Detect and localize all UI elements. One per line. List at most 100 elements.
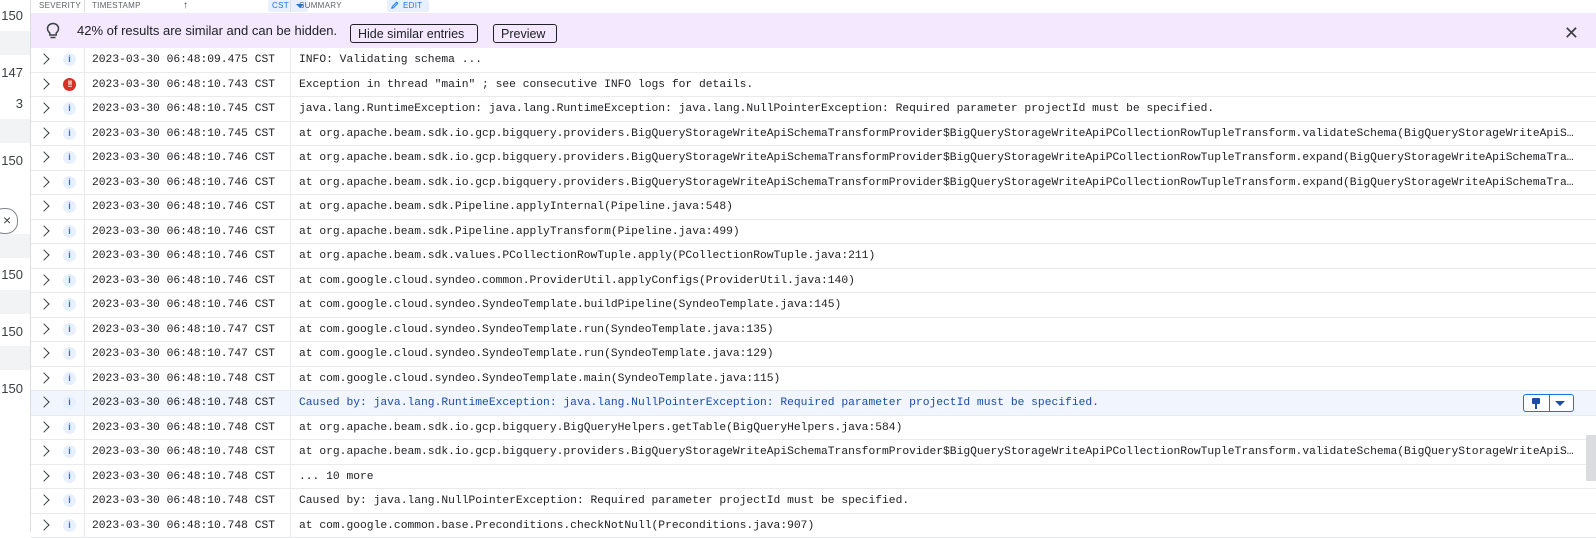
chevron-right-icon[interactable] bbox=[38, 127, 49, 138]
severity-header[interactable]: SEVERITY bbox=[39, 0, 81, 12]
log-row[interactable]: i2023-03-30 06:48:10.747 CST at com.goog… bbox=[31, 342, 1596, 367]
log-row[interactable]: i2023-03-30 06:48:10.748 CST at org.apac… bbox=[31, 440, 1596, 465]
chevron-right-icon[interactable] bbox=[38, 396, 49, 407]
severity-glyph: i bbox=[63, 151, 76, 164]
log-summary: at org.apache.beam.sdk.io.gcp.bigquery.p… bbox=[299, 440, 1576, 464]
log-row[interactable]: i2023-03-30 06:48:10.747 CST at com.goog… bbox=[31, 318, 1596, 343]
chevron-right-icon[interactable] bbox=[38, 53, 49, 64]
column-divider bbox=[290, 0, 291, 12]
info-severity-icon: i bbox=[63, 445, 76, 458]
log-summary: at com.google.common.base.Preconditions.… bbox=[299, 514, 1576, 538]
timezone-label: CST bbox=[272, 1, 289, 10]
log-row[interactable]: i2023-03-30 06:48:10.746 CST at com.goog… bbox=[31, 269, 1596, 294]
log-row[interactable]: i2023-03-30 06:48:10.746 CST at org.apac… bbox=[31, 195, 1596, 220]
column-divider bbox=[84, 244, 85, 268]
log-row[interactable]: i2023-03-30 06:48:10.748 CSTCaused by: j… bbox=[31, 391, 1596, 416]
log-timestamp: 2023-03-30 06:48:09.475 CST bbox=[92, 48, 275, 72]
edit-label: EDIT bbox=[403, 1, 422, 10]
column-header: SEVERITY TIMESTAMP ↑ CST SUMMARY EDIT bbox=[31, 0, 1596, 12]
log-summary: at org.apache.beam.sdk.Pipeline.applyInt… bbox=[299, 195, 1576, 219]
log-timestamp: 2023-03-30 06:48:10.747 CST bbox=[92, 342, 275, 366]
log-row[interactable]: i2023-03-30 06:48:10.746 CST at org.apac… bbox=[31, 220, 1596, 245]
info-severity-icon: i bbox=[63, 127, 76, 140]
info-severity-icon: i bbox=[63, 519, 76, 532]
column-divider bbox=[290, 489, 291, 513]
scrollbar-thumb[interactable] bbox=[1586, 435, 1596, 481]
log-row[interactable]: i 2023-03-30 06:48:10.748 CST Caused by: j… bbox=[31, 489, 1596, 514]
log-timestamp: 2023-03-30 06:48:10.748 CST bbox=[92, 416, 275, 440]
log-row[interactable]: i2023-03-30 06:48:10.748 CST at com.goog… bbox=[31, 514, 1596, 538]
column-divider bbox=[84, 73, 85, 97]
close-icon[interactable]: ✕ bbox=[1564, 25, 1579, 41]
hide-similar-entries-button[interactable]: Hide similar entries bbox=[350, 24, 478, 43]
column-divider bbox=[84, 171, 85, 195]
chevron-right-icon[interactable] bbox=[38, 225, 49, 236]
chevron-right-icon[interactable] bbox=[38, 298, 49, 309]
info-severity-icon: i bbox=[63, 249, 76, 262]
log-row[interactable]: i2023-03-30 06:48:10.745 CSTjava.lang.Ru… bbox=[31, 97, 1596, 122]
chevron-right-icon[interactable] bbox=[38, 421, 49, 432]
column-divider bbox=[84, 489, 85, 513]
log-row[interactable]: i2023-03-30 06:48:10.745 CST at org.apac… bbox=[31, 122, 1596, 147]
column-divider bbox=[84, 122, 85, 146]
log-summary: at com.google.cloud.syndeo.common.Provid… bbox=[299, 269, 1576, 293]
column-divider bbox=[290, 73, 291, 97]
column-divider bbox=[290, 293, 291, 317]
chevron-right-icon[interactable] bbox=[38, 445, 49, 456]
log-row[interactable]: i2023-03-30 06:48:09.475 CSTINFO: Valida… bbox=[31, 48, 1596, 73]
column-divider bbox=[84, 514, 85, 538]
chevron-right-icon[interactable] bbox=[38, 249, 49, 260]
preview-button[interactable]: Preview bbox=[493, 24, 557, 43]
left-count: 150 bbox=[1, 8, 23, 23]
log-row[interactable]: i2023-03-30 06:48:10.746 CST at org.apac… bbox=[31, 146, 1596, 171]
severity-glyph: i bbox=[63, 200, 76, 213]
log-timestamp: 2023-03-30 06:48:10.747 CST bbox=[92, 318, 275, 342]
log-row[interactable]: i2023-03-30 06:48:10.746 CST at org.apac… bbox=[31, 244, 1596, 269]
info-severity-icon: i bbox=[63, 176, 76, 189]
severity-glyph: i bbox=[63, 53, 76, 66]
log-timestamp: 2023-03-30 06:48:10.748 CST bbox=[92, 489, 275, 513]
log-row[interactable]: i2023-03-30 06:48:10.748 CST ... 10 more bbox=[31, 465, 1596, 490]
chevron-right-icon[interactable] bbox=[38, 372, 49, 383]
edit-summary-button[interactable]: EDIT bbox=[387, 0, 429, 12]
column-divider bbox=[290, 146, 291, 170]
sort-ascending-icon[interactable]: ↑ bbox=[183, 0, 188, 11]
severity-glyph: !! bbox=[63, 78, 76, 91]
info-severity-icon: i bbox=[63, 225, 76, 238]
log-row[interactable]: i2023-03-30 06:48:10.748 CST at com.goog… bbox=[31, 367, 1596, 392]
info-severity-icon: i bbox=[63, 102, 76, 115]
left-panel-band bbox=[0, 31, 30, 55]
chevron-right-icon[interactable] bbox=[38, 470, 49, 481]
chevron-right-icon[interactable] bbox=[38, 274, 49, 285]
info-severity-icon: i bbox=[63, 53, 76, 66]
column-divider bbox=[84, 293, 85, 317]
left-panel-band bbox=[0, 290, 30, 314]
log-row[interactable]: i2023-03-30 06:48:10.746 CST at org.apac… bbox=[31, 171, 1596, 196]
column-divider bbox=[290, 97, 291, 121]
chevron-right-icon[interactable] bbox=[38, 78, 49, 89]
chevron-down-icon[interactable] bbox=[1555, 401, 1565, 406]
log-row[interactable]: i2023-03-30 06:48:10.748 CST at org.apac… bbox=[31, 416, 1596, 441]
clear-filter-button[interactable]: × bbox=[0, 208, 18, 234]
pencil-icon bbox=[391, 1, 399, 9]
chevron-right-icon[interactable] bbox=[38, 200, 49, 211]
chevron-right-icon[interactable] bbox=[38, 494, 49, 505]
log-row[interactable]: i2023-03-30 06:48:10.746 CST at com.goog… bbox=[31, 293, 1596, 318]
info-severity-icon: i bbox=[63, 372, 76, 385]
chevron-right-icon[interactable] bbox=[38, 102, 49, 113]
column-divider bbox=[84, 220, 85, 244]
info-severity-icon: i bbox=[63, 494, 76, 507]
chevron-right-icon[interactable] bbox=[38, 347, 49, 358]
left-panel-band bbox=[0, 119, 30, 143]
pin-icon[interactable] bbox=[1524, 395, 1550, 411]
timestamp-header[interactable]: TIMESTAMP bbox=[92, 0, 141, 12]
severity-glyph: i bbox=[63, 298, 76, 311]
log-row[interactable]: !!2023-03-30 06:48:10.743 CSTException i… bbox=[31, 73, 1596, 98]
lightbulb-icon bbox=[45, 22, 61, 40]
chevron-right-icon[interactable] bbox=[38, 176, 49, 187]
chevron-right-icon[interactable] bbox=[38, 151, 49, 162]
chevron-right-icon[interactable] bbox=[38, 323, 49, 334]
log-summary: Caused by: java.lang.NullPointerExceptio… bbox=[299, 489, 1576, 513]
chevron-right-icon[interactable] bbox=[38, 519, 49, 530]
severity-glyph: i bbox=[63, 396, 76, 409]
